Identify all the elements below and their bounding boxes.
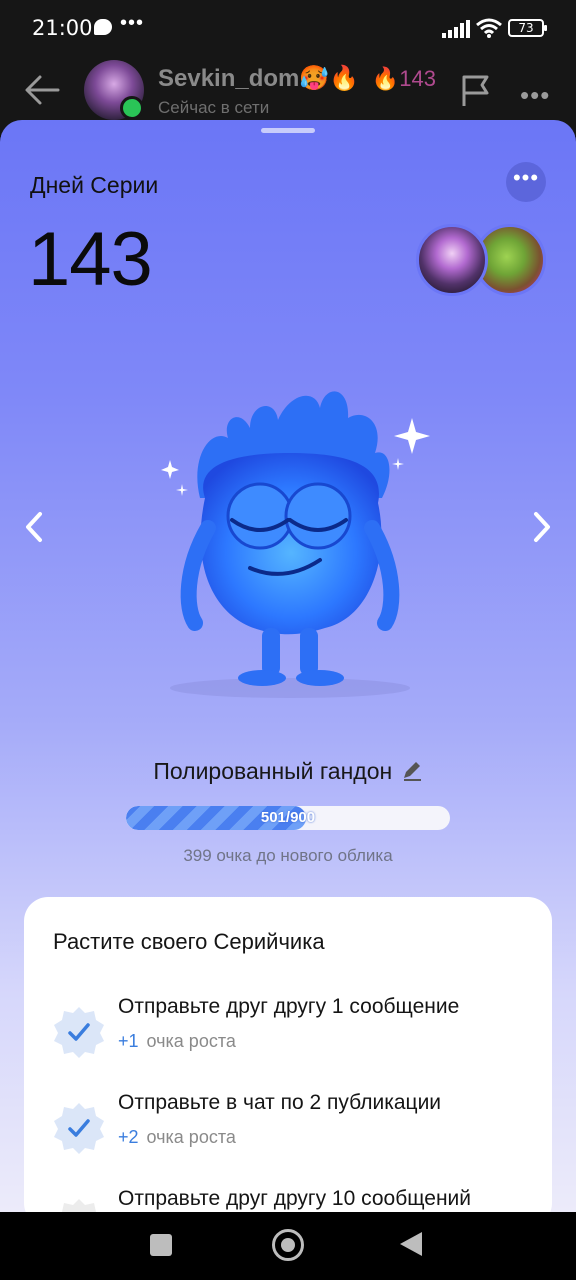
sheet-grabber[interactable] xyxy=(261,128,315,133)
system-nav-bar xyxy=(0,1212,576,1280)
task-points-value: +2 xyxy=(118,1127,139,1147)
check-badge-icon xyxy=(54,1103,104,1154)
more-notifications-icon: ••• xyxy=(120,12,145,34)
more-options-icon[interactable]: ••• xyxy=(520,80,550,111)
task-points: +1 очка роста xyxy=(118,1031,236,1052)
check-badge-icon xyxy=(54,1007,104,1058)
status-bar: 21:00 ••• 73 xyxy=(0,0,576,56)
wifi-icon xyxy=(476,18,502,38)
growth-progress-bar: 501/900 xyxy=(126,806,450,830)
chevron-right-icon[interactable] xyxy=(526,510,556,544)
pencil-icon[interactable] xyxy=(401,759,423,781)
task-points-value: +1 xyxy=(118,1031,139,1051)
chat-title[interactable]: Sevkin_dom🥵🔥 🔥143 xyxy=(158,64,436,93)
my-avatar xyxy=(416,224,488,296)
task-item: Отправьте в чат по 2 публикации +2 очка р… xyxy=(24,1091,552,1171)
streak-sheet: Дней Серии 143 ••• Полированный гандон 5… xyxy=(0,120,576,1212)
task-points-unit: очка роста xyxy=(146,1031,236,1051)
recent-apps-icon[interactable] xyxy=(150,1234,172,1256)
task-title: Отправьте в чат по 2 публикации xyxy=(118,1091,442,1114)
streak-count: 143 xyxy=(28,217,153,302)
task-points-unit: очка роста xyxy=(146,1127,236,1147)
back-arrow-icon[interactable] xyxy=(24,74,60,106)
online-indicator xyxy=(120,96,144,120)
points-left-text: 399 очка до нового облика xyxy=(183,846,393,865)
chat-status: Сейчас в сети xyxy=(158,98,270,117)
signal-icon xyxy=(442,20,470,38)
back-triangle-icon[interactable] xyxy=(400,1232,422,1256)
streak-label: Дней Серии xyxy=(30,172,159,198)
tasks-card: Растите своего Серийчика Отправьте друг … xyxy=(24,897,552,1212)
task-title: Отправьте друг другу 1 сообщение xyxy=(118,995,460,1018)
avatar-name-row[interactable]: Полированный гандон xyxy=(0,758,576,785)
sheet-more-icon[interactable]: ••• xyxy=(506,162,546,202)
task-title: Отправьте друг другу 10 сообщений xyxy=(118,1187,472,1210)
tasks-card-title: Растите своего Серийчика xyxy=(53,929,325,954)
streak-mascot-image xyxy=(161,391,430,698)
badge-icon xyxy=(62,1199,96,1212)
avatar-name: Полированный гандон xyxy=(153,758,393,784)
streak-badge: 🔥143 xyxy=(371,66,436,91)
progress-text: 501/900 xyxy=(260,809,316,826)
task-points: +2 очка роста xyxy=(118,1127,236,1148)
chat-name: Sevkin_dom🥵🔥 xyxy=(158,65,360,92)
home-icon[interactable] xyxy=(272,1229,304,1261)
task-item: Отправьте друг другу 10 сообщений xyxy=(24,1187,552,1212)
flag-icon[interactable] xyxy=(460,74,492,108)
battery-icon: 73 xyxy=(508,19,547,37)
status-time: 21:00 xyxy=(32,16,93,40)
chevron-left-icon[interactable] xyxy=(20,510,50,544)
chat-notification-icon xyxy=(94,19,112,35)
task-item: Отправьте друг другу 1 сообщение +1 очка … xyxy=(24,995,552,1075)
